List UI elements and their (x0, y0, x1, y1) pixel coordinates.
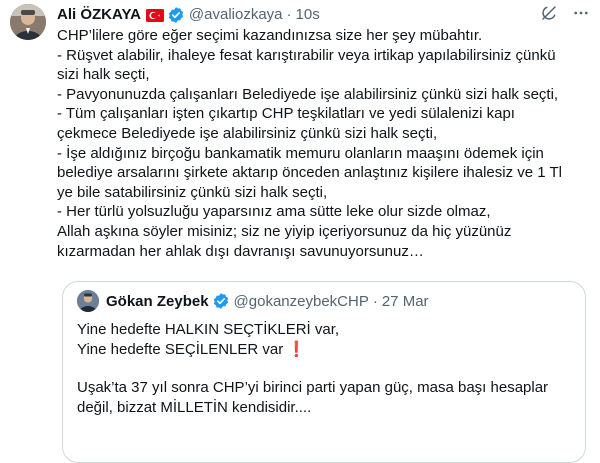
more-options-icon[interactable] (572, 4, 590, 22)
author-handle[interactable]: @avaliozkaya (189, 4, 283, 26)
turkey-flag-icon (145, 8, 164, 22)
quoted-line: değil, bizzat MİLLETİN kendisidir.... (77, 399, 312, 416)
tweet-line: çekmece Belediyede işe alabilirsiniz çün… (57, 124, 438, 142)
quoted-line: Uşak’ta 37 yıl sonra CHP’yi birinci part… (77, 379, 549, 396)
quoted-line-text: Yine hedefte SEÇİLENLER var (77, 341, 284, 358)
separator-dot: · (372, 292, 378, 310)
quoted-author-avatar[interactable] (77, 290, 99, 312)
exclamation-emoji: ❗ (287, 341, 307, 358)
tweet-line: - Rüşvet alabilir, ihaleye fesat karıştı… (57, 46, 556, 64)
quoted-line: Yine hedefte HALKIN SEÇTİKLERİ var, (77, 321, 340, 338)
tweet-timestamp[interactable]: 10s (296, 4, 320, 26)
tweet-line: kızarmadan her ahlak dışı davranışı savu… (57, 242, 424, 260)
separator-dot: · (286, 6, 292, 23)
tweet-line: Allah aşkına söyler misiniz; siz ne yiyi… (57, 222, 512, 240)
tweet-line: - Tüm çalışanları işten çıkartıp CHP teş… (57, 105, 515, 123)
tweet-line: CHP’lilere göre eğer seçimi kazandınızsa… (57, 27, 483, 44)
tweet-line: belediye arsalarını şirkete aktarıp önce… (57, 164, 562, 182)
tweet-line: - Her türlü yolsuzluğu yaparsınız ama sü… (57, 203, 491, 221)
quoted-tweet-header: Gökan Zeybek @gokanzeybekCHP · 27 Mar (77, 290, 429, 312)
quoted-author-handle[interactable]: @gokanzeybekCHP (234, 293, 369, 310)
quoted-author-name[interactable]: Gökan Zeybek (106, 293, 209, 310)
tweet-line: - Pavyonunuzda çalışanları Belediyede iş… (57, 85, 559, 103)
author-avatar[interactable] (10, 4, 46, 40)
tweet-text: CHP’lilere göre eğer seçimi kazandınızsa… (57, 26, 592, 261)
quoted-tweet-text: Yine hedefte HALKIN SEÇTİKLERİ var, Yine… (77, 320, 577, 418)
quoted-tweet-timestamp[interactable]: 27 Mar (382, 293, 429, 310)
tweet-line: ye bile satabilirsiniz çünkü sizi halk s… (57, 183, 328, 201)
verified-badge-icon (212, 292, 230, 310)
tweet-actions (540, 4, 590, 22)
verified-badge-icon (167, 6, 185, 24)
tweet-header: Ali ÖZKAYA @avaliozkaya · 10s (57, 4, 590, 26)
tweet-line: - İşe aldığınız birçoğu bankamatik memur… (57, 144, 544, 162)
quoted-tweet-card[interactable]: Gökan Zeybek @gokanzeybekCHP · 27 Mar Yi… (62, 281, 586, 463)
tweet-line: sizi halk seçti, (57, 66, 150, 84)
grok-icon[interactable] (540, 4, 558, 22)
quoted-line: Yine hedefte SEÇİLENLER var ❗ (77, 340, 577, 360)
author-name[interactable]: Ali ÖZKAYA (57, 4, 141, 26)
